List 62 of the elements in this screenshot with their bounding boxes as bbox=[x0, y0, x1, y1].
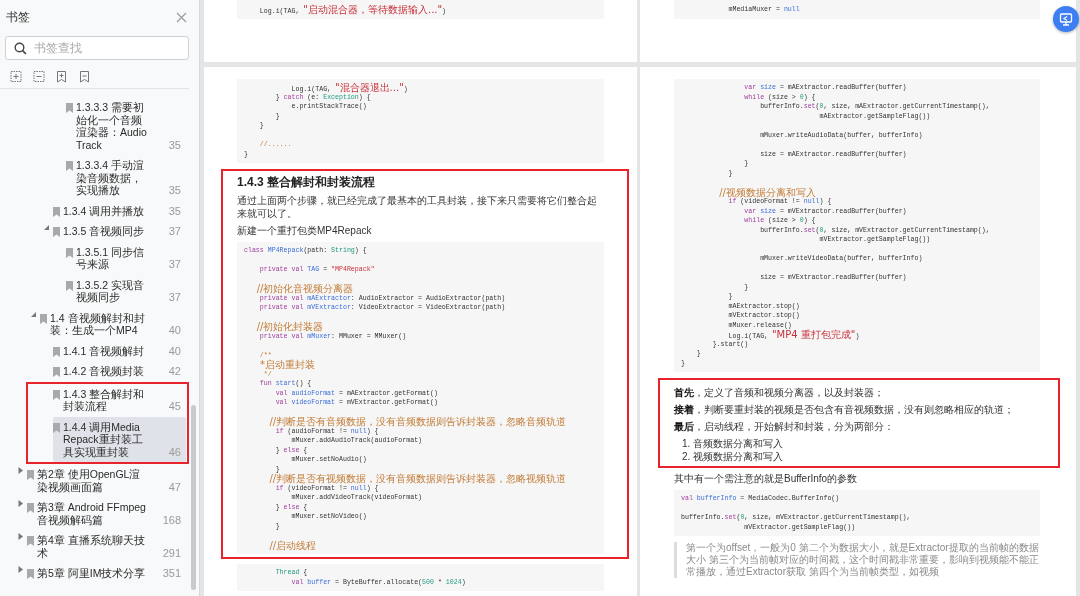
bookmark-icon bbox=[66, 280, 73, 291]
bookmark-icon bbox=[53, 346, 60, 357]
bookmark-item[interactable]: 1.4.3 整合解封和封装流程 45 bbox=[53, 383, 186, 417]
bookmark-icon bbox=[40, 313, 47, 324]
bookmark-item[interactable]: 1.3.5.2 实现音视频同步 37 bbox=[66, 274, 186, 308]
bookmark-item[interactable]: 第5章 阿里IM技术分享 351 bbox=[27, 563, 186, 584]
paragraph: 首先，定义了音频和视频分离器，以及封装器； bbox=[674, 386, 885, 399]
bookmark-icon bbox=[53, 227, 60, 237]
paragraph: 其中有一个需注意的就是BufferInfo的参数 bbox=[674, 472, 859, 485]
bookmark-icon bbox=[27, 470, 34, 480]
paragraph: 新建一个重打包类MP4Repack bbox=[237, 224, 373, 237]
section-heading: 1.4.3 整合解封和封装流程 bbox=[237, 175, 377, 190]
minus-box-icon[interactable] bbox=[32, 70, 45, 83]
scrollbar-thumb[interactable] bbox=[191, 405, 196, 590]
collapsed-triangle-icon[interactable] bbox=[17, 531, 24, 541]
bookmark-item[interactable]: 1.3.4 调用并播放 35 bbox=[53, 200, 186, 221]
search-field[interactable]: 书签查找 bbox=[5, 36, 189, 60]
code-line: //启动线程 bbox=[268, 540, 318, 550]
close-icon[interactable] bbox=[176, 11, 187, 23]
code-line: //初始化封装器 bbox=[255, 322, 325, 332]
bookmark-item[interactable]: 1.4.2 音视频封装 42 bbox=[53, 361, 186, 382]
code-line: //判断是否有音频数据，没有音频数据则告诉封装器，忽略音频轨道 bbox=[268, 417, 568, 427]
bookmark-item[interactable]: 1.3.3.3 需要初始化一个音频渲染器：AudioTrack 35 bbox=[66, 97, 186, 155]
bookmark-icon bbox=[27, 536, 34, 546]
code-line: //判断是否有视频数据，没有音频数据则告诉封装器，忽略视频轨道 bbox=[268, 474, 568, 484]
collapsed-triangle-icon[interactable] bbox=[17, 564, 24, 574]
bookmark-icon bbox=[53, 422, 60, 433]
quote-text: 第一个为offset，一般为0 第二个为数据大小，就是Extractor提取的当前帧的数据大小 第三个为当前帧对应的时间戳，这个时间戳非常重要，影响到视频能不能正常播放，通过Extractor获取 第四个为当前帧类型，如视频 bbox=[674, 542, 1040, 578]
list-item: 1. 音频数据分离和写入 bbox=[682, 437, 785, 450]
bookmark-icon bbox=[66, 161, 73, 171]
search-icon bbox=[14, 42, 27, 55]
bookmark-item[interactable]: 1.3.5.1 同步信号来源 37 bbox=[66, 241, 186, 275]
bookmark-item[interactable]: 第4章 直播系统聊天技术 291 bbox=[27, 530, 186, 563]
bookmark-item[interactable]: 1.4 音视频解封和封装：生成一个MP4 40 bbox=[40, 307, 186, 341]
paragraph: 最后，启动线程，开始解封和封装，分为两部分： bbox=[674, 420, 895, 433]
monitor-icon bbox=[1059, 12, 1073, 26]
bookmark-item[interactable]: 1.3.5 音视频同步 37 bbox=[53, 221, 186, 242]
bookmark-item[interactable]: 1.3.3.4 手动渲染音频数据，实现播放 35 bbox=[66, 155, 186, 201]
expanded-triangle-icon[interactable] bbox=[43, 223, 50, 231]
code-line: //视频数据分离和写入 bbox=[718, 187, 817, 197]
bookmark-item[interactable]: 第3章 Android FFmpeg音视频解码篇 168 bbox=[27, 497, 186, 530]
bookmark-icon bbox=[53, 206, 60, 217]
bookmark-icon[interactable] bbox=[78, 70, 91, 83]
bookmark-icon bbox=[53, 367, 60, 377]
bookmark-item[interactable]: 第2章 使用OpenGL渲染视频画面篇 47 bbox=[27, 464, 186, 497]
list-item: 2. 视频数据分离和写入 bbox=[682, 450, 785, 463]
bookmark-icon bbox=[27, 569, 34, 579]
paragraph: 接着，判断要重封装的视频是否包含有音视频数据，没有则忽略相应的轨道； bbox=[674, 403, 1015, 416]
bookmark-item[interactable]: 1.4.1 音视频解封 40 bbox=[53, 340, 186, 361]
bookmark-icon bbox=[66, 247, 73, 258]
bookmark-icon bbox=[66, 103, 73, 113]
bookmark-plus-icon[interactable] bbox=[55, 70, 68, 83]
collapsed-triangle-icon[interactable] bbox=[17, 498, 24, 508]
plus-box-icon[interactable] bbox=[9, 70, 22, 83]
bookmark-icon bbox=[27, 503, 34, 513]
panel-title: 书签 bbox=[6, 8, 30, 26]
code-line: *启动重封装 bbox=[258, 360, 316, 370]
bookmark-icon bbox=[53, 389, 60, 400]
collapsed-triangle-icon[interactable] bbox=[17, 465, 24, 475]
paragraph: 通过上面两个步骤，就已经完成了最基本的工具封装，接下来只需要将它们整合起来就可以了。 bbox=[237, 194, 598, 220]
code-line: //初始化音视频分离器 bbox=[255, 284, 355, 294]
bookmark-item[interactable]: 1.4.4 调用MediaRepack重封装工具实现重封装 46 bbox=[53, 416, 186, 462]
